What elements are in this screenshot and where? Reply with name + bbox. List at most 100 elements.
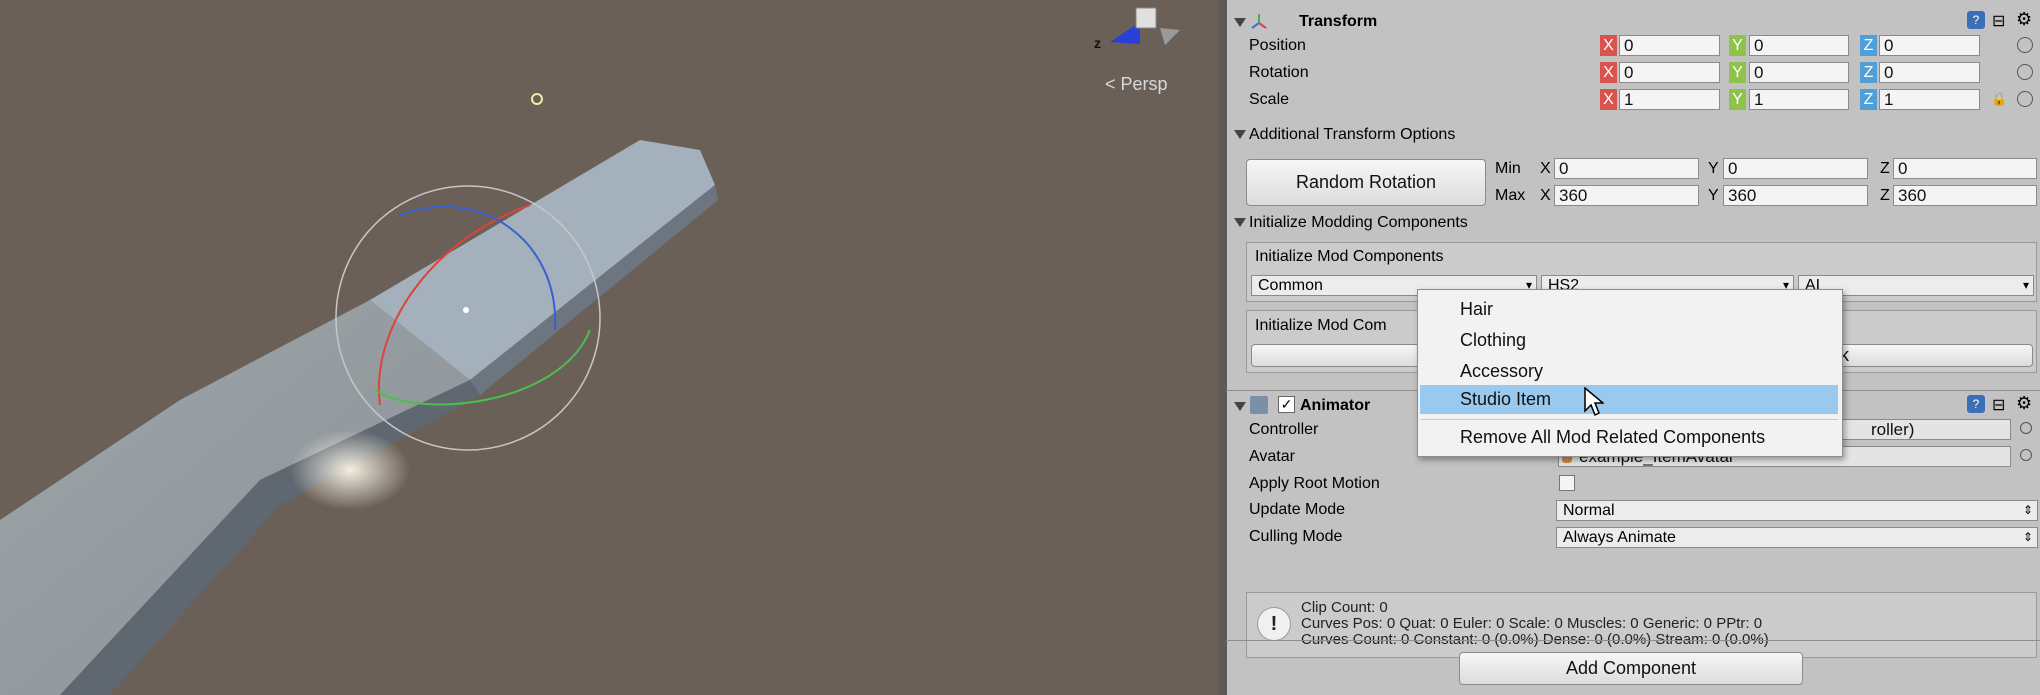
popup-item-studio-item[interactable]: Studio Item (1420, 385, 1838, 414)
max-z-label: Z (1880, 187, 1890, 204)
min-z-field[interactable]: 0 (1893, 158, 2037, 179)
culling-mode-label: Culling Mode (1249, 528, 1343, 545)
scene-view[interactable]: z < Persp (0, 0, 1219, 695)
help-icon[interactable]: ? (1967, 11, 1985, 29)
max-z-field[interactable]: 360 (1893, 185, 2037, 206)
animator-preset-icon[interactable]: ⊟ (1992, 395, 2005, 415)
init-box-2-title: Initialize Mod Com (1255, 317, 1387, 334)
preset-icon[interactable]: ⊟ (1992, 11, 2005, 31)
position-x-axis-label[interactable]: X (1600, 35, 1617, 56)
light-glow (290, 430, 410, 510)
apply-root-motion-checkbox[interactable] (1559, 475, 1575, 491)
rotation-label: Rotation (1249, 64, 1309, 81)
scale-y-axis-label[interactable]: Y (1729, 89, 1746, 110)
controller-picker-icon[interactable] (2020, 422, 2032, 434)
reset-rotation-icon[interactable] (2017, 64, 2033, 80)
light-icon (531, 93, 543, 105)
scale-label: Scale (1249, 91, 1290, 108)
additional-title[interactable]: Additional Transform Options (1249, 122, 1455, 148)
rotation-z-field[interactable]: 0 (1879, 62, 1980, 83)
info-icon: ! (1257, 607, 1291, 641)
info-clip-count: Clip Count: 0 (1301, 599, 1388, 616)
gizmo-axis-z-label: z (1094, 35, 1101, 51)
dropdown-arrow-icon: ⇕ (2022, 530, 2033, 544)
scale-y-field[interactable]: 1 (1749, 89, 1849, 110)
lock-icon[interactable]: 🔒 (1991, 91, 2007, 107)
animator-gear-icon[interactable]: ⚙ (2016, 393, 2032, 414)
pivot-dot (463, 307, 469, 313)
position-label: Position (1249, 37, 1306, 54)
scale-z-field[interactable]: 1 (1879, 89, 1980, 110)
mod-components-popup: Hair Clothing Accessory Studio Item Remo… (1417, 289, 1843, 457)
animator-title: Animator (1300, 397, 1371, 414)
rotation-z-axis-label[interactable]: Z (1860, 62, 1877, 83)
dropdown-arrow-icon: ⇕ (2022, 503, 2033, 517)
reset-position-icon[interactable] (2017, 37, 2033, 53)
position-x-field[interactable]: 0 (1619, 35, 1720, 56)
additional-foldout-icon[interactable] (1234, 130, 1246, 139)
popup-item-remove-all[interactable]: Remove All Mod Related Components (1420, 423, 1838, 452)
animator-enabled-checkbox[interactable]: ✓ (1278, 396, 1295, 413)
reset-scale-icon[interactable] (2017, 91, 2033, 107)
scale-z-axis-label[interactable]: Z (1860, 89, 1877, 110)
init-foldout-icon[interactable] (1234, 218, 1246, 227)
position-z-axis-label[interactable]: Z (1860, 35, 1877, 56)
transform-icon (1250, 12, 1268, 30)
init-title[interactable]: Initialize Modding Components (1249, 210, 1468, 236)
min-z-label: Z (1880, 160, 1890, 177)
panel-divider[interactable] (1219, 0, 1227, 695)
apply-root-motion-label: Apply Root Motion (1249, 475, 1380, 492)
common-dropdown-value: Common (1258, 277, 1323, 294)
culling-mode-value: Always Animate (1563, 529, 1676, 546)
scene-geometry: z (0, 7, 1180, 695)
gear-icon[interactable]: ⚙ (2016, 9, 2032, 30)
max-x-field[interactable]: 360 (1554, 185, 1699, 206)
scale-x-axis-label[interactable]: X (1600, 89, 1617, 110)
animator-foldout-icon[interactable] (1234, 402, 1246, 411)
min-x-label: X (1540, 160, 1551, 177)
min-x-field[interactable]: 0 (1554, 158, 1699, 179)
rotation-y-axis-label[interactable]: Y (1729, 62, 1746, 83)
position-y-field[interactable]: 0 (1749, 35, 1849, 56)
max-label: Max (1495, 187, 1526, 204)
bottom-separator (1226, 640, 2040, 641)
max-y-label: Y (1708, 187, 1719, 204)
rotation-x-field[interactable]: 0 (1619, 62, 1720, 83)
transform-foldout-icon[interactable] (1234, 18, 1246, 27)
controller-label: Controller (1249, 421, 1319, 438)
rotation-y-field[interactable]: 0 (1749, 62, 1849, 83)
popup-item-clothing[interactable]: Clothing (1420, 326, 1838, 355)
init-box-2-left-button[interactable] (1251, 344, 1436, 367)
popup-separator (1420, 419, 1838, 420)
update-mode-dropdown[interactable]: Normal ⇕ (1556, 500, 2038, 521)
add-component-button[interactable]: Add Component (1459, 652, 1803, 685)
scale-x-field[interactable]: 1 (1619, 89, 1720, 110)
position-z-field[interactable]: 0 (1879, 35, 1980, 56)
mouse-cursor-icon (1584, 387, 1604, 417)
animator-icon (1250, 396, 1268, 414)
plank-top (0, 300, 470, 695)
animator-info-box: ! Clip Count: 0 Curves Pos: 0 Quat: 0 Eu… (1246, 592, 2037, 658)
gizmo-cone-right (1160, 28, 1180, 45)
min-y-label: Y (1708, 160, 1719, 177)
persp-label[interactable]: < Persp (1105, 74, 1168, 95)
position-y-axis-label[interactable]: Y (1729, 35, 1746, 56)
min-label: Min (1495, 160, 1521, 177)
culling-mode-dropdown[interactable]: Always Animate ⇕ (1556, 527, 2038, 548)
transform-title: Transform (1299, 13, 1378, 30)
info-curves-pos: Curves Pos: 0 Quat: 0 Euler: 0 Scale: 0 … (1301, 615, 1763, 632)
popup-item-accessory[interactable]: Accessory (1420, 357, 1838, 386)
avatar-picker-icon[interactable] (2020, 449, 2032, 461)
min-y-field[interactable]: 0 (1723, 158, 1868, 179)
max-x-label: X (1540, 187, 1551, 204)
animator-help-icon[interactable]: ? (1967, 395, 1985, 413)
popup-item-hair[interactable]: Hair (1420, 295, 1838, 324)
update-mode-value: Normal (1563, 502, 1615, 519)
rotation-x-axis-label[interactable]: X (1600, 62, 1617, 83)
max-y-field[interactable]: 360 (1723, 185, 1868, 206)
dropdown-arrow-icon: ▾ (2022, 278, 2029, 292)
update-mode-label: Update Mode (1249, 501, 1346, 518)
init-box-1-title: Initialize Mod Components (1255, 248, 1444, 265)
gizmo-cube (1135, 7, 1157, 29)
random-rotation-button[interactable]: Random Rotation (1246, 159, 1486, 206)
